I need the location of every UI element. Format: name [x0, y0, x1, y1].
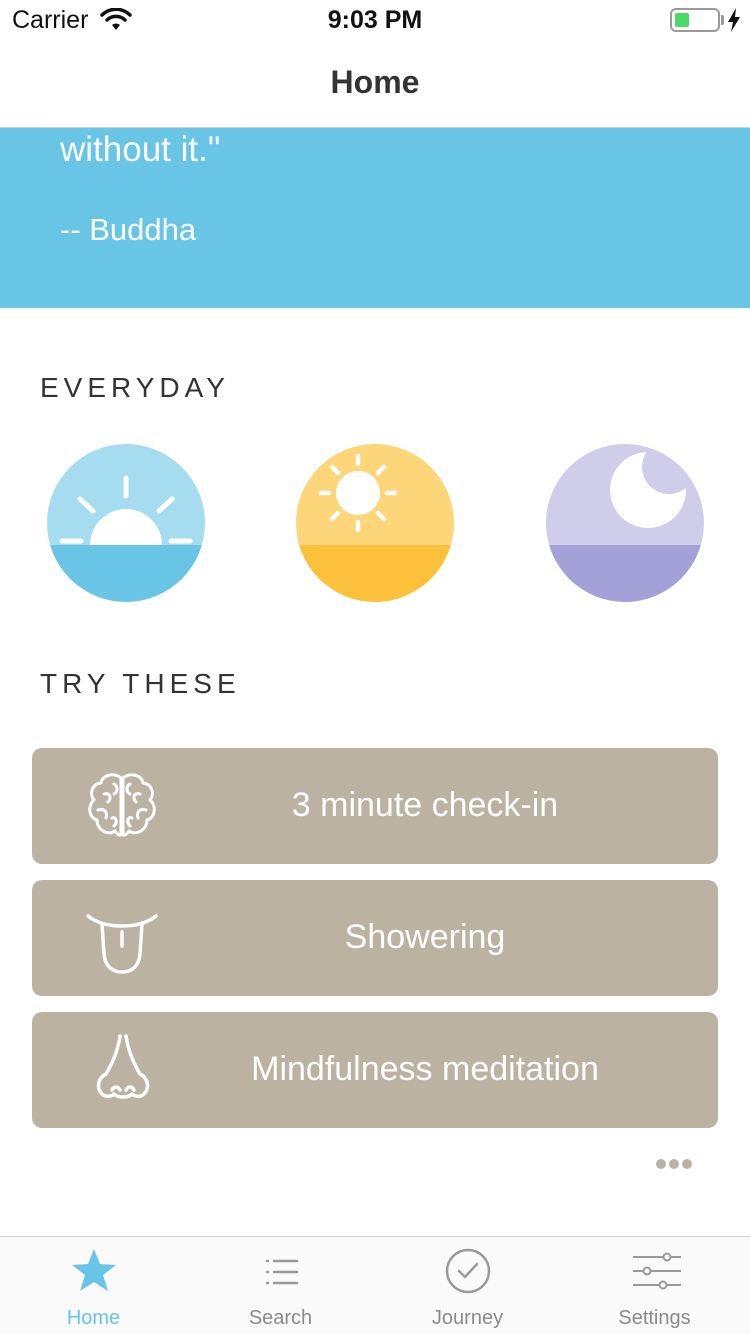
tab-label: Home [66, 1307, 121, 1329]
list-icon [265, 1259, 299, 1285]
quote-banner: without it." -- Buddha [0, 128, 750, 308]
home-screen: Carrier 9:03 PM Home without it." -- Bud… [0, 0, 750, 1334]
tab-settings[interactable]: Settings [561, 1237, 748, 1334]
navigation-bar: Home [0, 40, 750, 128]
try-these-heading: TRY THESE [40, 668, 241, 699]
daytime-button[interactable] [296, 444, 454, 602]
quote-author: -- Buddha [60, 212, 197, 247]
dot-icon [682, 1159, 692, 1169]
dot-icon [669, 1159, 679, 1169]
tab-label: Search [248, 1307, 313, 1329]
sun-icon [296, 444, 454, 602]
tab-bar: Home Search Journey Settings [0, 1236, 750, 1334]
nose-icon [96, 1034, 150, 1099]
tongue-icon [86, 914, 158, 974]
moon-icon [546, 444, 704, 602]
check-circle-icon [445, 1248, 491, 1294]
page-title: Home [330, 64, 420, 100]
quote-text: without it." [60, 130, 221, 169]
activity-label: Mindfulness meditation [251, 1050, 599, 1088]
more-options-button[interactable] [656, 1156, 704, 1176]
activity-card-check-in[interactable]: 3 minute check-in [32, 748, 718, 864]
star-icon [72, 1249, 116, 1291]
tab-label: Settings [618, 1307, 691, 1329]
everyday-heading: EVERYDAY [40, 372, 230, 403]
sliders-icon [633, 1252, 681, 1290]
tab-search[interactable]: Search [187, 1237, 374, 1334]
tab-journey[interactable]: Journey [374, 1237, 561, 1334]
activity-card-showering[interactable]: Showering [32, 880, 718, 996]
dot-icon [656, 1159, 666, 1169]
clock: 9:03 PM [327, 6, 423, 34]
activity-label: Showering [344, 918, 506, 956]
activity-label: 3 minute check-in [291, 786, 559, 824]
activity-card-mindfulness[interactable]: Mindfulness meditation [32, 1012, 718, 1128]
tab-label: Journey [431, 1307, 504, 1329]
night-button[interactable] [546, 444, 704, 602]
battery-icon [670, 8, 720, 32]
sunrise-icon [47, 444, 205, 602]
morning-button[interactable] [47, 444, 205, 602]
tab-home[interactable]: Home [0, 1237, 187, 1334]
battery-tip [721, 15, 724, 25]
status-bar: Carrier 9:03 PM [0, 0, 750, 40]
charging-icon [727, 8, 741, 37]
brain-icon [88, 773, 156, 837]
